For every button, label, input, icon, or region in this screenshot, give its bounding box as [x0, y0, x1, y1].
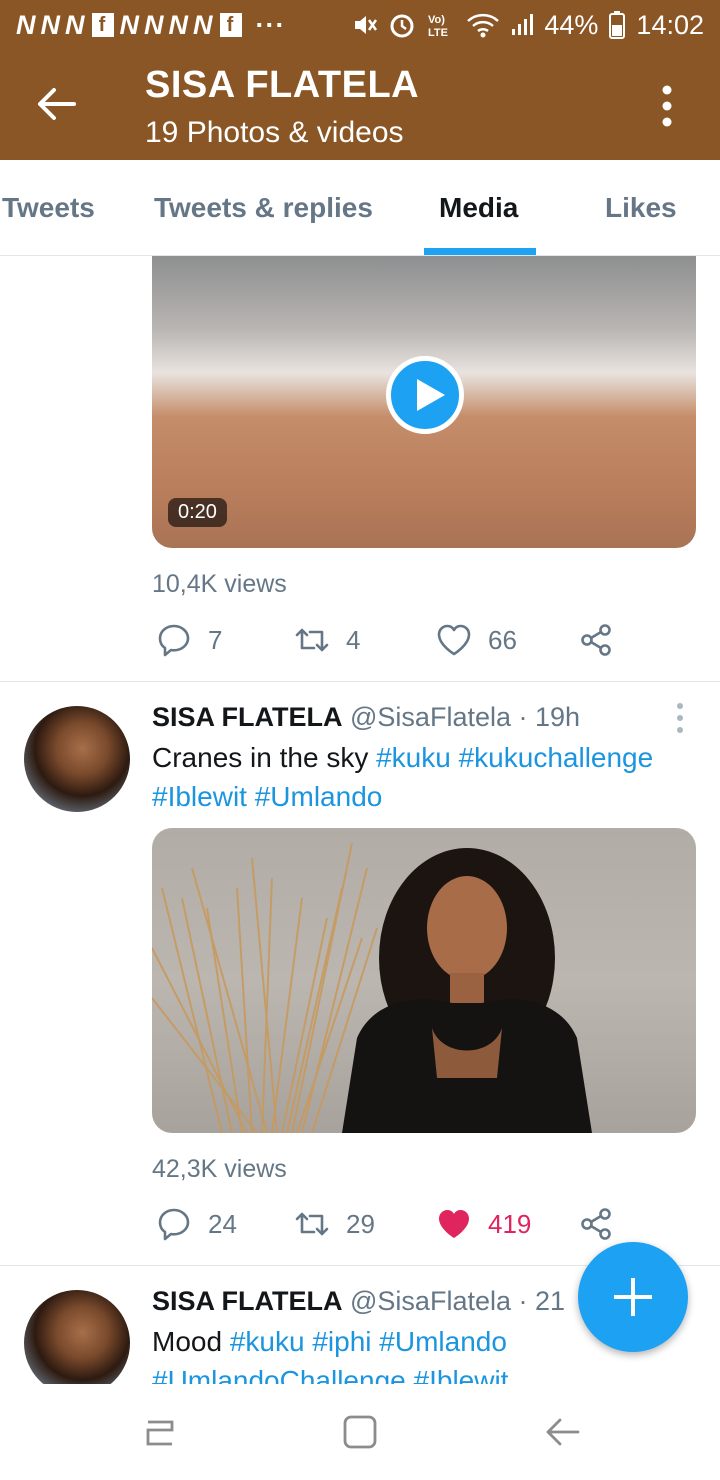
- reply-button[interactable]: 24: [156, 1206, 237, 1242]
- back-arrow-icon[interactable]: [34, 82, 78, 126]
- svg-text:Vo): Vo): [428, 14, 445, 26]
- avatar[interactable]: [24, 1290, 130, 1384]
- active-tab-indicator: [424, 248, 536, 255]
- retweet-icon: [295, 1212, 329, 1236]
- retweet-button[interactable]: 4: [294, 622, 360, 658]
- more-notifications-icon: ···: [255, 9, 286, 40]
- view-count: 10,4K views: [152, 570, 287, 598]
- volte-icon: Vo)LTE: [428, 14, 448, 39]
- play-icon[interactable]: [386, 356, 464, 434]
- video-thumbnail[interactable]: [152, 828, 696, 1133]
- reply-button[interactable]: 7: [156, 622, 222, 658]
- alarm-icon: [390, 14, 414, 38]
- like-count: 66: [488, 624, 517, 655]
- hashtag-link[interactable]: #UmlandoChallenge: [152, 1365, 406, 1384]
- tweet-time: · 19h: [511, 702, 581, 732]
- like-button[interactable]: 66: [436, 622, 517, 658]
- hashtag-link[interactable]: #Umlando: [379, 1326, 507, 1357]
- display-name[interactable]: SISA FLATELA: [152, 1286, 343, 1316]
- hashtag-link[interactable]: #kuku: [376, 742, 451, 773]
- overflow-menu-icon[interactable]: [655, 82, 679, 130]
- signal-icon: [512, 14, 534, 35]
- share-icon: [581, 1208, 611, 1240]
- twitter-profile-screen: N N N f N N N N f ··· Vo) LTE 44% 14:02 S…: [0, 0, 720, 1480]
- recent-apps-icon[interactable]: [140, 1412, 180, 1452]
- hashtag-link[interactable]: #Umlando: [255, 781, 383, 812]
- page-subtitle: 19 Photos & videos: [145, 116, 404, 149]
- hashtag-link[interactable]: #Iblewit: [152, 781, 247, 812]
- like-count: 419: [488, 1208, 532, 1239]
- app-bar: SISA FLATELA 19 Photos & videos: [0, 50, 720, 160]
- page-title: SISA FLATELA: [145, 64, 420, 106]
- facebook-icon: f: [91, 13, 114, 37]
- tab-tweets[interactable]: Tweets: [2, 192, 95, 224]
- profile-tabs: Tweets Tweets & replies Media Likes: [0, 160, 720, 256]
- view-count: 42,3K views: [152, 1155, 287, 1183]
- home-icon[interactable]: [340, 1412, 380, 1452]
- display-name[interactable]: SISA FLATELA: [152, 702, 343, 732]
- system-navigation-bar: [0, 1384, 720, 1480]
- heart-icon: [437, 624, 471, 656]
- notification-icon: N: [40, 9, 61, 40]
- clock: 14:02: [636, 9, 704, 40]
- battery-icon: [609, 11, 626, 39]
- compose-tweet-button[interactable]: [578, 1242, 688, 1352]
- tweet-actions: 7 4 66: [152, 622, 622, 662]
- notification-icon: N: [16, 9, 37, 40]
- notification-icon: N: [144, 9, 165, 40]
- avatar[interactable]: [24, 706, 130, 812]
- user-handle[interactable]: @SisaFlatela: [350, 702, 511, 732]
- tweet-divider: [0, 681, 720, 682]
- tab-likes[interactable]: Likes: [605, 192, 677, 224]
- tweet-header: SISA FLATELA @SisaFlatela · 19h: [152, 702, 580, 733]
- notification-icons: N N N f N N N N f ···: [16, 10, 285, 41]
- hashtag-link[interactable]: #kuku: [230, 1326, 305, 1357]
- back-icon[interactable]: [542, 1412, 582, 1452]
- notification-icon: N: [168, 9, 189, 40]
- retweet-count: 4: [346, 624, 361, 655]
- tweet-actions: 24 29 419: [152, 1206, 622, 1246]
- status-bar: N N N f N N N N f ··· Vo) LTE 44% 14:02: [0, 0, 720, 50]
- hashtag-link[interactable]: #Iblewit: [414, 1365, 509, 1384]
- retweet-count: 29: [346, 1208, 375, 1239]
- tab-media[interactable]: Media: [439, 192, 518, 224]
- tweet-body: Cranes in the sky: [152, 742, 377, 773]
- reply-icon: [158, 1208, 190, 1241]
- share-button[interactable]: [578, 622, 614, 658]
- heart-filled-icon: [439, 1210, 469, 1238]
- video-duration: 0:20: [168, 498, 227, 527]
- system-icons: Vo) LTE 44% 14:02: [352, 10, 704, 41]
- facebook-icon: f: [219, 13, 242, 37]
- tab-tweets-replies[interactable]: Tweets & replies: [154, 192, 373, 224]
- tweet-header: SISA FLATELA @SisaFlatela · 21: [152, 1286, 565, 1317]
- like-button[interactable]: 419: [436, 1206, 531, 1242]
- share-icon: [581, 624, 611, 656]
- tweet-more-icon[interactable]: [670, 700, 690, 736]
- notification-icon: N: [193, 9, 214, 40]
- wifi-icon: [467, 13, 500, 38]
- tweet-time: · 21: [511, 1286, 566, 1316]
- user-handle[interactable]: @SisaFlatela: [350, 1286, 511, 1316]
- notification-icon: N: [119, 9, 140, 40]
- reply-count: 7: [208, 624, 223, 655]
- video-thumbnail[interactable]: 0:20: [152, 256, 696, 548]
- notification-icon: N: [65, 9, 86, 40]
- reply-count: 24: [208, 1208, 237, 1239]
- retweet-button[interactable]: 29: [294, 1206, 375, 1242]
- svg-text:LTE: LTE: [428, 27, 448, 39]
- share-button[interactable]: [578, 1206, 614, 1242]
- tweet-text: Cranes in the sky #kuku #kukuchallenge #…: [152, 738, 697, 816]
- video-frame: [152, 842, 592, 1133]
- tweet-body: Mood: [152, 1326, 230, 1357]
- battery-percent: 44%: [544, 9, 599, 40]
- hashtag-link[interactable]: #iphi: [312, 1326, 371, 1357]
- retweet-icon: [295, 628, 329, 652]
- reply-icon: [158, 624, 190, 657]
- hashtag-link[interactable]: #kukuchallenge: [459, 742, 654, 773]
- mute-icon: [355, 16, 378, 34]
